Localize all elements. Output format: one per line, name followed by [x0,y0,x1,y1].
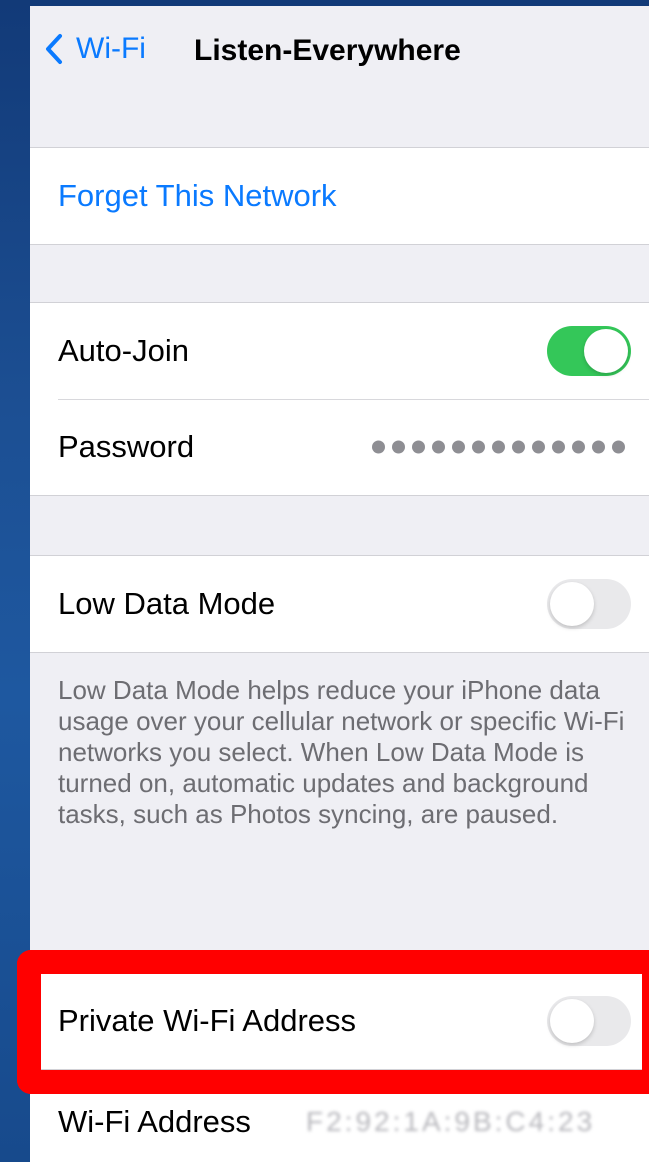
auto-join-toggle[interactable] [547,326,631,376]
private-address-group: Private Wi-Fi Address [30,972,649,1070]
toggle-knob [584,329,628,373]
low-data-mode-toggle[interactable] [547,579,631,629]
low-data-mode-description: Low Data Mode helps reduce your iPhone d… [58,675,625,829]
auto-join-row: Auto-Join [30,303,649,399]
password-dot [472,440,485,454]
password-dot [432,440,445,454]
forget-network-button[interactable]: Forget This Network [30,148,649,244]
toggle-knob [550,999,594,1043]
private-address-row: Private Wi-Fi Address [30,973,649,1069]
wifi-address-label: Wi-Fi Address [58,1104,251,1139]
toggle-knob [550,582,594,626]
wifi-address-value: F2:92:1A:9B:C4:23 [306,1106,596,1137]
chevron-left-icon [46,34,62,64]
password-dot [612,440,625,454]
navigation-bar: Wi-Fi Listen-Everywhere [30,6,649,96]
password-dot [532,440,545,454]
red-highlight-edge [642,950,649,1094]
password-dot [512,440,525,454]
password-dot [552,440,565,454]
settings-screen: Wi-Fi Listen-Everywhere Forget This Netw… [30,6,649,1162]
password-dot [592,440,605,454]
password-masked-value [372,440,625,454]
low-data-mode-row: Low Data Mode [30,556,649,652]
back-button[interactable]: Wi-Fi [44,32,146,66]
password-dot [452,440,465,454]
password-dot [572,440,585,454]
password-dot [372,440,385,454]
password-dot [492,440,505,454]
password-dot [412,440,425,454]
forget-network-label: Forget This Network [58,178,337,213]
password-row[interactable]: Password [30,399,649,495]
join-group: Auto-Join Password [30,302,649,496]
private-address-toggle[interactable] [547,996,631,1046]
forget-group: Forget This Network [30,147,649,245]
back-label: Wi-Fi [76,32,146,65]
wifi-address-row: Wi-Fi Address F2:92:1A:9B:C4:23 [30,1074,649,1162]
low-data-group: Low Data Mode [30,555,649,653]
page-title: Listen-Everywhere [194,34,461,67]
password-dot [392,440,405,454]
